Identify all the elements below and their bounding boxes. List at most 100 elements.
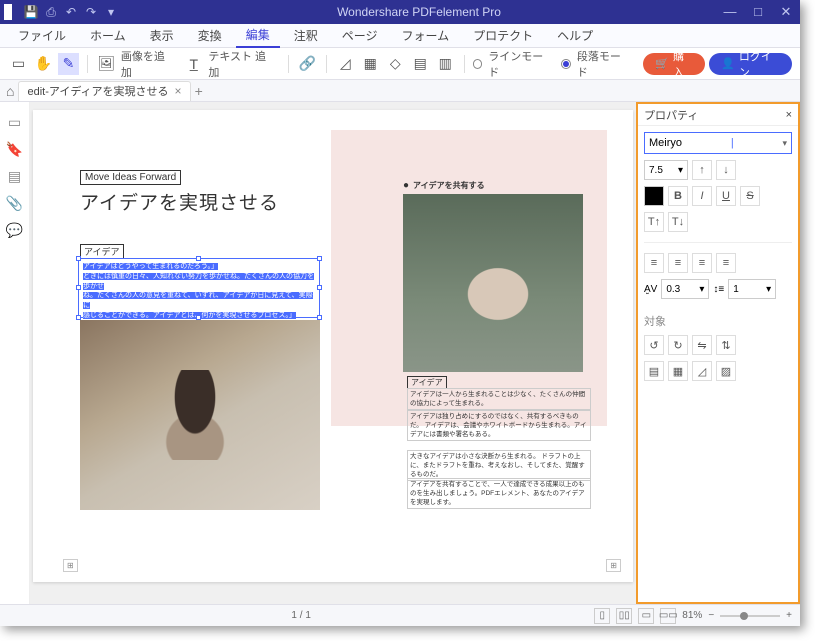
menu-help[interactable]: ヘルプ bbox=[547, 24, 603, 47]
photo-pottery[interactable] bbox=[80, 320, 320, 510]
paragraph-mode-label[interactable]: 段落モード bbox=[577, 48, 629, 80]
view-continuous-icon[interactable]: ▯▯ bbox=[616, 608, 632, 624]
document-tab[interactable]: edit-アイディアを実現させる × bbox=[18, 81, 190, 101]
menu-file[interactable]: ファイル bbox=[8, 24, 76, 47]
new-tab-icon[interactable]: + bbox=[195, 83, 203, 99]
menu-comment[interactable]: 注釈 bbox=[284, 24, 328, 47]
rotate-right-icon[interactable]: ↻ bbox=[668, 335, 688, 355]
align-left-button[interactable]: ≡ bbox=[644, 253, 664, 273]
print-icon[interactable]: ⎙ bbox=[44, 5, 58, 19]
app-title: Wondershare PDFelement Pro bbox=[118, 5, 720, 19]
idea-label-1[interactable]: アイデア bbox=[80, 244, 124, 259]
zoom-value: 81% bbox=[682, 610, 702, 621]
paragraph-box[interactable]: アイデアは一人から生まれることは少なく、たくさんの仲間の協力によって生まれる。 bbox=[407, 388, 591, 410]
selected-text-box[interactable]: アイデアはどうやって生まれるのだろう。」 ときには慎重の日々、人知れない努力を歩… bbox=[78, 258, 320, 318]
hand-tool-icon[interactable]: ✋ bbox=[33, 53, 54, 75]
login-button[interactable]: 👤 ログイン bbox=[709, 53, 792, 75]
menu-view[interactable]: 表示 bbox=[140, 24, 184, 47]
header-footer-icon[interactable]: ▤ bbox=[410, 53, 431, 75]
select-tool-icon[interactable]: ▭ bbox=[8, 53, 29, 75]
maximize-button[interactable]: □ bbox=[748, 4, 768, 20]
qat-dropdown-icon[interactable]: ▾ bbox=[104, 5, 118, 19]
view-facing-cont-icon[interactable]: ▭▭ bbox=[660, 608, 676, 624]
thumbnails-icon[interactable]: ▭ bbox=[8, 114, 21, 131]
paragraph-box[interactable]: アイデアは独り占めにするのではなく、共有するべきものだ。 アイデアは、会議やホワ… bbox=[407, 410, 591, 441]
close-button[interactable]: ✕ bbox=[776, 4, 796, 20]
increase-size-icon[interactable]: ↑ bbox=[692, 160, 712, 180]
font-family-select[interactable]: Meiryo|▾ bbox=[644, 132, 792, 154]
paragraph-box[interactable]: 大きなアイデアは小さな決断から生まれる。 ドラフトの上に、またドラフトを重ね、考… bbox=[407, 450, 591, 481]
edit-tool-icon[interactable]: ✎ bbox=[58, 53, 79, 75]
properties-title: プロパティ bbox=[644, 107, 698, 123]
decrease-size-icon[interactable]: ↓ bbox=[716, 160, 736, 180]
home-icon[interactable]: ⌂ bbox=[6, 83, 14, 99]
zoom-slider[interactable] bbox=[720, 615, 780, 617]
left-sidebar: ▭ 🔖 ▤ 📎 💬 bbox=[0, 102, 30, 604]
share-heading[interactable]: アイデアを共有する bbox=[403, 180, 485, 191]
minimize-button[interactable]: — bbox=[720, 4, 740, 20]
annotations-icon[interactable]: ▤ bbox=[8, 168, 21, 185]
background-icon[interactable]: ◇ bbox=[385, 53, 406, 75]
tab-close-icon[interactable]: × bbox=[175, 84, 182, 98]
tagline-text[interactable]: Move Ideas Forward bbox=[80, 170, 181, 185]
image-icon[interactable]: 🖼 bbox=[96, 53, 117, 75]
extract-image-icon[interactable]: ▦ bbox=[668, 361, 688, 381]
headline-text[interactable]: アイデアを実現させる bbox=[80, 188, 279, 215]
attachments-icon[interactable]: 📎 bbox=[6, 195, 23, 212]
bates-icon[interactable]: ▥ bbox=[435, 53, 456, 75]
char-spacing-field[interactable]: 0.3▾ bbox=[661, 279, 709, 299]
strikethrough-button[interactable]: S bbox=[740, 186, 760, 206]
text-icon[interactable]: T̲ bbox=[183, 53, 204, 75]
save-icon[interactable]: 💾 bbox=[24, 5, 38, 19]
view-single-icon[interactable]: ▯ bbox=[594, 608, 610, 624]
separator bbox=[87, 55, 88, 73]
opacity-icon[interactable]: ▨ bbox=[716, 361, 736, 381]
zoom-in-icon[interactable]: + bbox=[786, 610, 792, 621]
paragraph-box[interactable]: アイデアを共有することで、一人で達成できる成果以上のものを生み出しましょう。PD… bbox=[407, 478, 591, 509]
crop-icon[interactable]: ◿ bbox=[335, 53, 356, 75]
menu-edit[interactable]: 編集 bbox=[236, 23, 280, 48]
align-center-button[interactable]: ≡ bbox=[668, 253, 688, 273]
watermark-icon[interactable]: ▦ bbox=[360, 53, 381, 75]
menu-convert[interactable]: 変換 bbox=[188, 24, 232, 47]
view-facing-icon[interactable]: ▭ bbox=[638, 608, 654, 624]
flip-vertical-icon[interactable]: ⇅ bbox=[716, 335, 736, 355]
flip-horizontal-icon[interactable]: ⇋ bbox=[692, 335, 712, 355]
menu-protect[interactable]: プロテクト bbox=[463, 24, 543, 47]
align-justify-button[interactable]: ≡ bbox=[716, 253, 736, 273]
search-icon[interactable]: 💬 bbox=[6, 222, 23, 239]
menu-page[interactable]: ページ bbox=[332, 24, 388, 47]
page-current[interactable]: 1 bbox=[291, 610, 297, 621]
line-mode-label[interactable]: ラインモード bbox=[488, 48, 551, 80]
undo-icon[interactable]: ↶ bbox=[64, 5, 78, 19]
align-right-button[interactable]: ≡ bbox=[692, 253, 712, 273]
pdf-page: Move Ideas Forward アイデアを実現させる アイデア アイデアは… bbox=[33, 110, 633, 582]
crop-image-icon[interactable]: ◿ bbox=[692, 361, 712, 381]
line-mode-radio[interactable] bbox=[473, 59, 483, 69]
menu-form[interactable]: フォーム bbox=[391, 24, 459, 47]
font-size-select[interactable]: 7.5▾ bbox=[644, 160, 688, 180]
buy-button[interactable]: 🛒 購入 bbox=[643, 53, 705, 75]
superscript-button[interactable]: T↑ bbox=[644, 212, 664, 232]
link-icon[interactable]: 🔗 bbox=[297, 53, 318, 75]
bookmarks-icon[interactable]: 🔖 bbox=[6, 141, 23, 158]
paragraph-mode-radio[interactable] bbox=[561, 59, 571, 69]
font-color-swatch[interactable] bbox=[644, 186, 664, 206]
zoom-out-icon[interactable]: − bbox=[708, 610, 714, 621]
italic-button[interactable]: I bbox=[692, 186, 712, 206]
underline-button[interactable]: U bbox=[716, 186, 736, 206]
add-text-label[interactable]: テキスト 追加 bbox=[208, 48, 274, 80]
subscript-button[interactable]: T↓ bbox=[668, 212, 688, 232]
edit-toolbar: ▭ ✋ ✎ 🖼 画像を追加 T̲ テキスト 追加 🔗 ◿ ▦ ◇ ▤ ▥ ライン… bbox=[0, 48, 800, 80]
add-image-label[interactable]: 画像を追加 bbox=[121, 48, 173, 80]
line-spacing-field[interactable]: 1▾ bbox=[728, 279, 776, 299]
document-canvas[interactable]: Move Ideas Forward アイデアを実現させる アイデア アイデアは… bbox=[30, 102, 636, 604]
properties-close-icon[interactable]: × bbox=[786, 109, 792, 121]
replace-image-icon[interactable]: ▤ bbox=[644, 361, 664, 381]
photo-mug[interactable] bbox=[403, 194, 583, 372]
bold-button[interactable]: B bbox=[668, 186, 688, 206]
document-tabs: ⌂ edit-アイディアを実現させる × + bbox=[0, 80, 800, 102]
redo-icon[interactable]: ↷ bbox=[84, 5, 98, 19]
rotate-left-icon[interactable]: ↺ bbox=[644, 335, 664, 355]
menu-home[interactable]: ホーム bbox=[80, 24, 136, 47]
